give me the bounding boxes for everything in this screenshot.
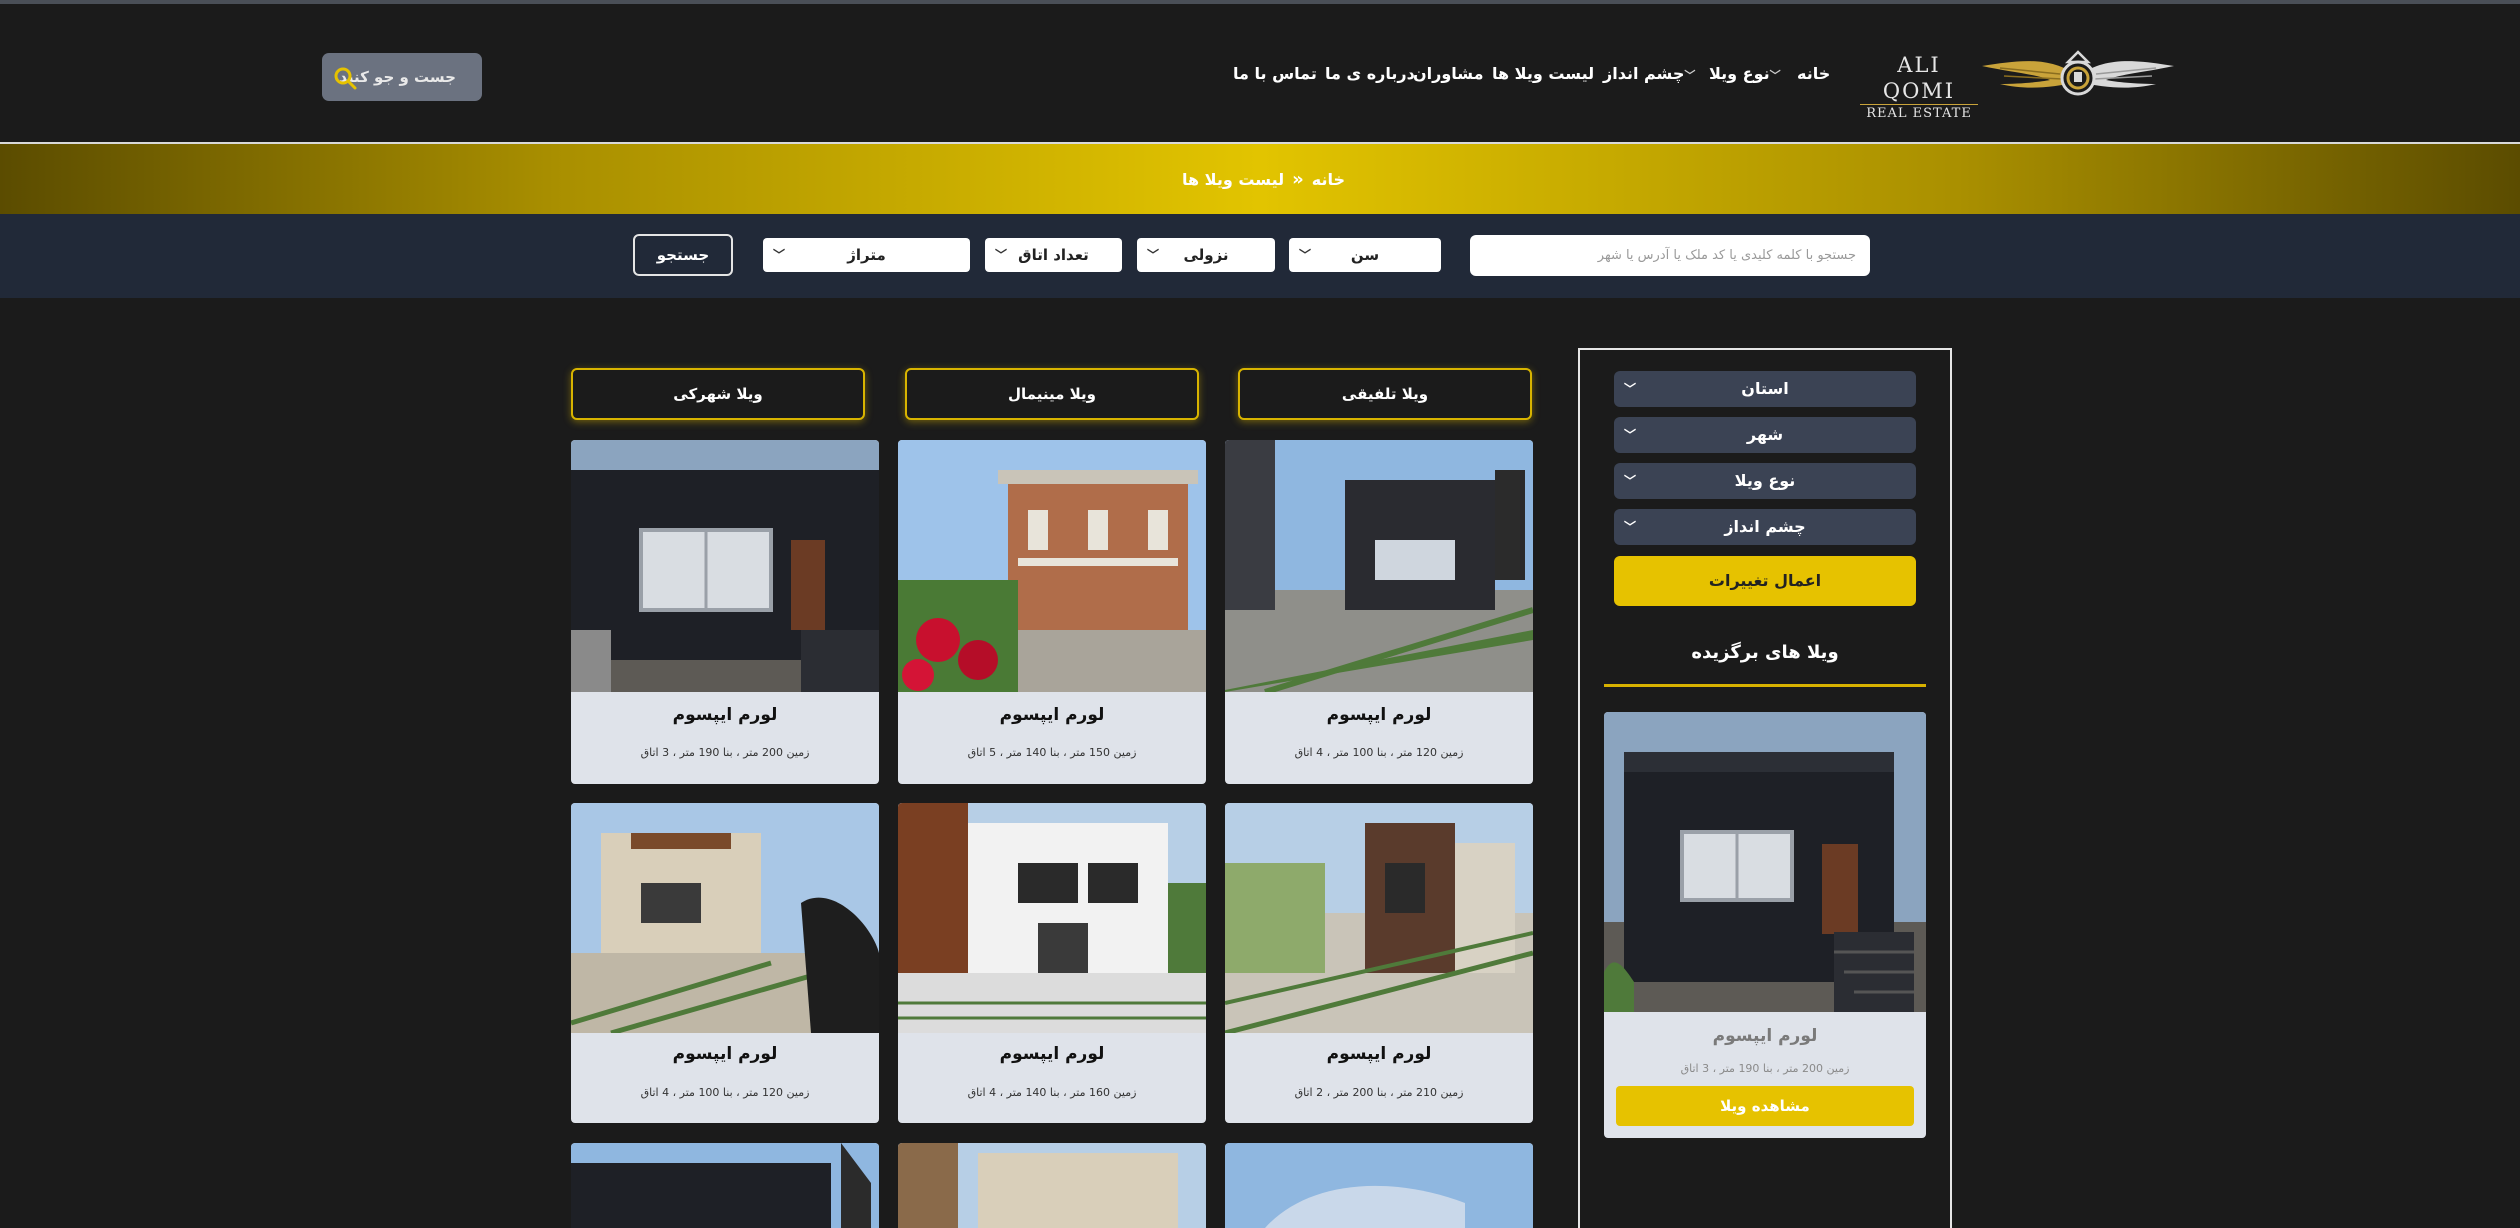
- villa-photo: [898, 440, 1206, 692]
- nav-view[interactable]: ﹀چشم انداز: [1603, 60, 1699, 90]
- villa-card[interactable]: لورم ایپسوم زمین 120 متر ، بنا 100 متر ،…: [1225, 440, 1533, 784]
- view-select-label: چشم انداز: [1724, 517, 1806, 536]
- chevron-down-icon: ﹀: [1624, 520, 1637, 534]
- brand-logo[interactable]: ALI QOMI REAL ESTATE: [1860, 46, 2176, 121]
- site-header: ALI QOMI REAL ESTATE خانه ﹀نوع ویلا ﹀چشم…: [0, 4, 2520, 142]
- area-select-value: متراژ: [847, 246, 886, 264]
- nav-villa-list[interactable]: لیست ویلا ها: [1492, 60, 1594, 88]
- villa-photo: [1604, 712, 1926, 1012]
- chevron-down-icon: ﹀: [773, 248, 786, 262]
- filter-bar: جستجو با کلمه کلیدی یا کد ملک یا آدرس یا…: [0, 214, 2520, 298]
- villa-card-title: لورم ایپسوم: [672, 1044, 778, 1064]
- rooms-select-value: تعداد اتاق: [1018, 246, 1089, 264]
- rooms-select[interactable]: ﹀ تعداد اتاق: [985, 238, 1122, 272]
- filter-sidebar: ﹀ استان ﹀ شهر ﹀ نوع ویلا ﹀ چشم انداز اعم…: [1578, 348, 1952, 1228]
- featured-villa-card[interactable]: لورم ایپسوم زمین 200 متر ، بنا 190 متر ،…: [1604, 712, 1926, 1138]
- villa-card[interactable]: [898, 1143, 1206, 1228]
- villa-card-title: لورم ایپسوم: [1326, 705, 1432, 725]
- nav-villa-type[interactable]: ﹀نوع ویلا: [1709, 60, 1785, 90]
- nav-consultants[interactable]: مشاوران: [1413, 60, 1484, 88]
- chevron-down-icon: ﹀: [1147, 248, 1160, 262]
- villa-card-title: لورم ایپسوم: [999, 1044, 1105, 1064]
- villa-photo: [1225, 440, 1533, 692]
- villa-card-meta: زمین 200 متر ، بنا 190 متر ، 3 اتاق: [640, 746, 810, 759]
- chevron-down-icon: ﹀: [1624, 382, 1637, 396]
- villa-card-meta: زمین 210 متر ، بنا 200 متر ، 2 اتاق: [1294, 1086, 1464, 1099]
- chevron-down-icon: ﹀: [1624, 428, 1637, 442]
- nav-home[interactable]: خانه: [1797, 60, 1830, 88]
- page-banner: خانه « لیست ویلا ها: [0, 144, 2520, 214]
- category-town-button[interactable]: ویلا شهرکی: [571, 368, 865, 420]
- age-select-value: سن: [1350, 246, 1380, 264]
- chevron-down-icon: ﹀: [1624, 474, 1637, 488]
- villa-card-meta: زمین 150 متر ، بنا 140 متر ، 5 اتاق: [967, 746, 1137, 759]
- filter-search-button[interactable]: جستجو: [633, 234, 733, 276]
- villa-card[interactable]: لورم ایپسوم زمین 150 متر ، بنا 140 متر ،…: [898, 440, 1206, 784]
- villa-card[interactable]: [1225, 1143, 1533, 1228]
- villa-card-meta: زمین 120 متر ، بنا 100 متر ، 4 اتاق: [1294, 746, 1464, 759]
- province-select[interactable]: ﹀ استان: [1614, 371, 1916, 407]
- chevron-down-icon: ﹀: [1299, 248, 1312, 262]
- nav-view-label: چشم انداز: [1603, 64, 1685, 83]
- brand-tagline: REAL ESTATE: [1866, 106, 1972, 121]
- breadcrumb-current: لیست ویلا ها: [1182, 169, 1285, 189]
- category-combined-button[interactable]: ویلا تلفیقی: [1238, 368, 1532, 420]
- area-select[interactable]: ﹀ متراژ: [763, 238, 970, 272]
- villa-photo: [898, 1143, 1206, 1228]
- nav-about[interactable]: درباره ی ما: [1325, 60, 1415, 88]
- header-search-button[interactable]: جست و جو کنید: [322, 53, 482, 101]
- villa-type-select-label: نوع ویلا: [1734, 471, 1796, 490]
- villa-card-meta: زمین 120 متر ، بنا 100 متر ، 4 اتاق: [640, 1086, 810, 1099]
- villa-photo: [1225, 803, 1533, 1033]
- category-minimal-button[interactable]: ویلا مینیمال: [905, 368, 1199, 420]
- villa-type-select[interactable]: ﹀ نوع ویلا: [1614, 463, 1916, 499]
- province-select-label: استان: [1741, 379, 1789, 398]
- view-select[interactable]: ﹀ چشم انداز: [1614, 509, 1916, 545]
- nav-villa-type-label: نوع ویلا: [1709, 64, 1770, 83]
- villa-photo: [571, 440, 879, 692]
- city-select[interactable]: ﹀ شهر: [1614, 417, 1916, 453]
- featured-meta: زمین 200 متر ، بنا 190 متر ، 3 اتاق: [1680, 1062, 1850, 1075]
- villa-photo: [571, 1143, 879, 1228]
- order-select[interactable]: ﹀ نزولی: [1137, 238, 1275, 272]
- villa-card-meta: زمین 160 متر ، بنا 140 متر ، 4 اتاق: [967, 1086, 1137, 1099]
- villa-card-title: لورم ایپسوم: [999, 705, 1105, 725]
- featured-heading-underline: [1604, 684, 1926, 687]
- chevron-down-icon: ﹀: [1769, 69, 1781, 82]
- villa-photo: [571, 803, 879, 1033]
- villa-card[interactable]: لورم ایپسوم زمین 120 متر ، بنا 100 متر ،…: [571, 803, 879, 1123]
- search-icon: [334, 67, 357, 90]
- villa-card[interactable]: لورم ایپسوم زمین 160 متر ، بنا 140 متر ،…: [898, 803, 1206, 1123]
- keyword-search-input[interactable]: جستجو با کلمه کلیدی یا کد ملک یا آدرس یا…: [1470, 235, 1870, 276]
- villa-card[interactable]: [571, 1143, 879, 1228]
- villa-photo: [1225, 1143, 1533, 1228]
- breadcrumb-home[interactable]: خانه: [1312, 170, 1345, 189]
- chevron-down-icon: ﹀: [995, 248, 1008, 262]
- breadcrumb: خانه « لیست ویلا ها: [1175, 144, 1345, 214]
- brand-text: ALI QOMI REAL ESTATE: [1860, 52, 1978, 123]
- age-select[interactable]: ﹀ سن: [1289, 238, 1441, 272]
- featured-title: لورم ایپسوم: [1712, 1026, 1818, 1046]
- villa-photo: [898, 803, 1206, 1033]
- villa-card[interactable]: لورم ایپسوم زمین 210 متر ، بنا 200 متر ،…: [1225, 803, 1533, 1123]
- view-villa-button[interactable]: مشاهده ویلا: [1616, 1086, 1914, 1126]
- villa-card-title: لورم ایپسوم: [672, 705, 778, 725]
- double-chevron-icon: «: [1292, 168, 1304, 190]
- nav-contact[interactable]: تماس با ما: [1233, 60, 1317, 88]
- villa-card-title: لورم ایپسوم: [1326, 1044, 1432, 1064]
- featured-heading: ویلا های برگزیده: [1691, 642, 1839, 663]
- brand-name: ALI QOMI: [1860, 52, 1978, 105]
- winged-emblem-icon: [1982, 50, 2174, 96]
- apply-changes-button[interactable]: اعمال تغییرات: [1614, 556, 1916, 606]
- chevron-down-icon: ﹀: [1684, 69, 1696, 82]
- city-select-label: شهر: [1746, 425, 1784, 444]
- order-select-value: نزولی: [1183, 246, 1229, 264]
- villa-card[interactable]: لورم ایپسوم زمین 200 متر ، بنا 190 متر ،…: [571, 440, 879, 784]
